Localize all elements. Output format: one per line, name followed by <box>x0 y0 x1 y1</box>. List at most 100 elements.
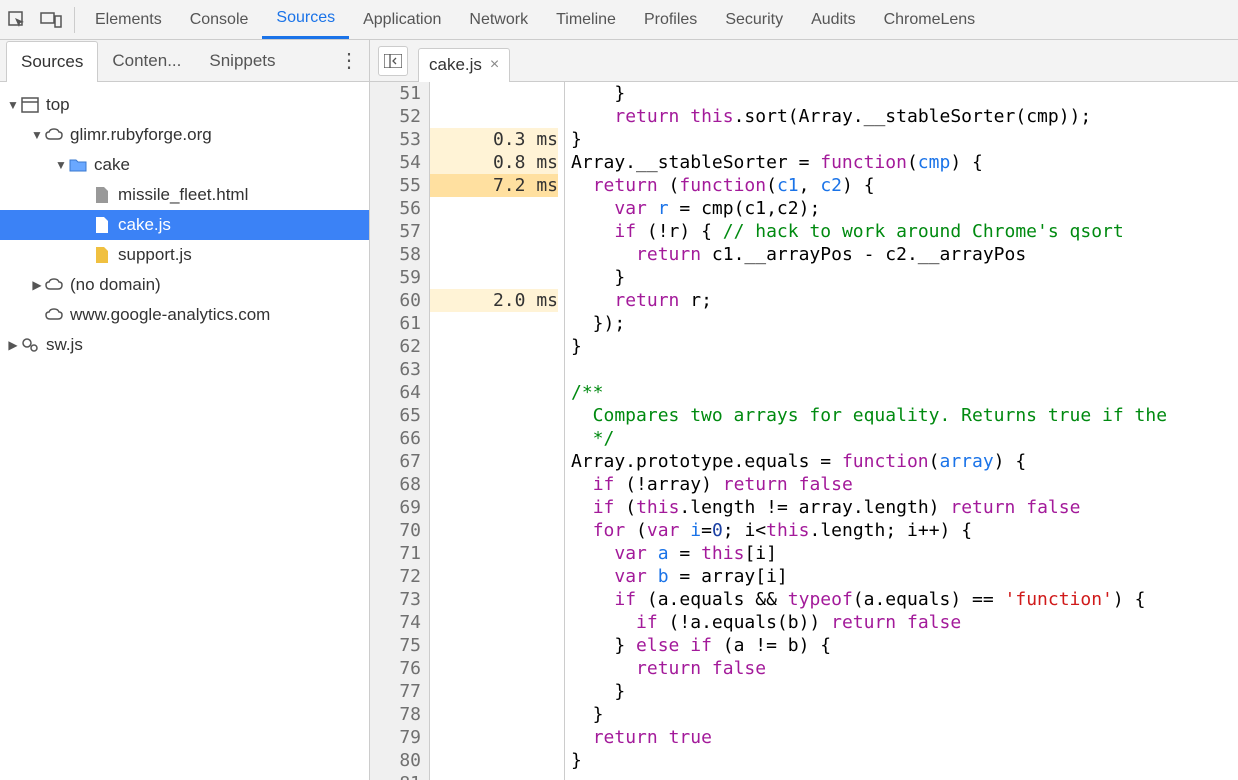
code-line[interactable]: return this.sort(Array.__stableSorter(cm… <box>571 105 1238 128</box>
line-number[interactable]: 60 <box>370 289 421 312</box>
code-line[interactable]: var a = this[i] <box>571 542 1238 565</box>
code-line[interactable]: if (!r) { // hack to work around Chrome'… <box>571 220 1238 243</box>
line-number[interactable]: 75 <box>370 634 421 657</box>
tree-item-cake[interactable]: ▼cake <box>0 150 369 180</box>
tab-chromelens[interactable]: ChromeLens <box>870 0 990 39</box>
close-icon[interactable]: × <box>490 56 499 74</box>
line-number[interactable]: 76 <box>370 657 421 680</box>
line-number[interactable]: 78 <box>370 703 421 726</box>
tree-item-sw-js[interactable]: ▶sw.js <box>0 330 369 360</box>
disclosure-arrow-icon[interactable]: ▼ <box>54 158 68 172</box>
code-line[interactable]: } else if (a != b) { <box>571 634 1238 657</box>
line-timing <box>430 611 558 634</box>
sidebar-overflow-icon[interactable]: ⋮ <box>339 48 359 73</box>
line-number[interactable]: 62 <box>370 335 421 358</box>
inspect-icon[interactable] <box>0 0 34 40</box>
tree-item-glimr-rubyforge-org[interactable]: ▼glimr.rubyforge.org <box>0 120 369 150</box>
code-line[interactable]: */ <box>571 427 1238 450</box>
code-line[interactable]: return (function(c1, c2) { <box>571 174 1238 197</box>
disclosure-arrow-icon[interactable]: ▼ <box>6 98 20 112</box>
code-line[interactable]: if (!array) return false <box>571 473 1238 496</box>
code-line[interactable]: Array.prototype.equals = function(array)… <box>571 450 1238 473</box>
code-line[interactable]: if (!a.equals(b)) return false <box>571 611 1238 634</box>
tree-item-support-js[interactable]: support.js <box>0 240 369 270</box>
tree-item-missile-fleet-html[interactable]: missile_fleet.html <box>0 180 369 210</box>
code-line[interactable]: /** <box>571 381 1238 404</box>
line-number[interactable]: 56 <box>370 197 421 220</box>
code-line[interactable]: if (a.equals && typeof(a.equals) == 'fun… <box>571 588 1238 611</box>
line-number[interactable]: 63 <box>370 358 421 381</box>
code-line[interactable]: } <box>571 680 1238 703</box>
code-line[interactable] <box>571 358 1238 381</box>
navigator-toggle-icon[interactable] <box>378 46 408 76</box>
code-line[interactable]: return false <box>571 657 1238 680</box>
tab-sources[interactable]: Sources <box>262 0 349 39</box>
tree-item--no-domain-[interactable]: ▶(no domain) <box>0 270 369 300</box>
line-number[interactable]: 71 <box>370 542 421 565</box>
line-number[interactable]: 73 <box>370 588 421 611</box>
code-line[interactable]: } <box>571 82 1238 105</box>
code-line[interactable]: } <box>571 703 1238 726</box>
line-number[interactable]: 68 <box>370 473 421 496</box>
tab-audits[interactable]: Audits <box>797 0 869 39</box>
line-number[interactable]: 51 <box>370 82 421 105</box>
disclosure-arrow-icon[interactable]: ▶ <box>30 278 44 292</box>
line-number[interactable]: 57 <box>370 220 421 243</box>
line-number[interactable]: 67 <box>370 450 421 473</box>
line-number[interactable]: 72 <box>370 565 421 588</box>
code-line[interactable]: Compares two arrays for equality. Return… <box>571 404 1238 427</box>
line-number[interactable]: 81 <box>370 772 421 780</box>
line-number[interactable]: 52 <box>370 105 421 128</box>
line-number[interactable]: 55 <box>370 174 421 197</box>
tab-network[interactable]: Network <box>455 0 542 39</box>
sidebar-tab-snippets[interactable]: Snippets <box>195 40 289 81</box>
line-number[interactable]: 74 <box>370 611 421 634</box>
tab-timeline[interactable]: Timeline <box>542 0 630 39</box>
tab-profiles[interactable]: Profiles <box>630 0 711 39</box>
line-number[interactable]: 77 <box>370 680 421 703</box>
line-timing <box>430 542 558 565</box>
tab-application[interactable]: Application <box>349 0 455 39</box>
code-line[interactable]: var b = array[i] <box>571 565 1238 588</box>
line-number[interactable]: 64 <box>370 381 421 404</box>
sidebar-tab-sources[interactable]: Sources <box>6 41 98 82</box>
code-line[interactable]: } <box>571 128 1238 151</box>
line-number[interactable]: 79 <box>370 726 421 749</box>
code-editor[interactable]: 5152535455565758596061626364656667686970… <box>370 82 1238 780</box>
line-number[interactable]: 65 <box>370 404 421 427</box>
disclosure-arrow-icon[interactable]: ▼ <box>30 128 44 142</box>
tab-console[interactable]: Console <box>176 0 263 39</box>
line-number[interactable]: 66 <box>370 427 421 450</box>
code-line[interactable]: var r = cmp(c1,c2); <box>571 197 1238 220</box>
line-number[interactable]: 80 <box>370 749 421 772</box>
cloud-icon <box>44 275 64 295</box>
tab-security[interactable]: Security <box>711 0 797 39</box>
line-number[interactable]: 69 <box>370 496 421 519</box>
code-line[interactable] <box>571 772 1238 780</box>
code-line[interactable]: return true <box>571 726 1238 749</box>
line-number[interactable]: 53 <box>370 128 421 151</box>
file-tab-cake-js[interactable]: cake.js × <box>418 48 510 82</box>
sidebar-tab-conten[interactable]: Conten... <box>98 40 195 81</box>
tab-elements[interactable]: Elements <box>81 0 176 39</box>
code-line[interactable]: for (var i=0; i<this.length; i++) { <box>571 519 1238 542</box>
code-line[interactable]: if (this.length != array.length) return … <box>571 496 1238 519</box>
code-content[interactable]: } return this.sort(Array.__stableSorter(… <box>565 82 1238 780</box>
line-number[interactable]: 70 <box>370 519 421 542</box>
device-mode-icon[interactable] <box>34 0 68 40</box>
code-line[interactable]: return r; <box>571 289 1238 312</box>
tree-item-www-google-analytics-com[interactable]: www.google-analytics.com <box>0 300 369 330</box>
code-line[interactable]: return c1.__arrayPos - c2.__arrayPos <box>571 243 1238 266</box>
line-number[interactable]: 61 <box>370 312 421 335</box>
code-line[interactable]: } <box>571 335 1238 358</box>
code-line[interactable]: }); <box>571 312 1238 335</box>
code-line[interactable]: Array.__stableSorter = function(cmp) { <box>571 151 1238 174</box>
tree-item-cake-js[interactable]: cake.js <box>0 210 369 240</box>
line-number[interactable]: 59 <box>370 266 421 289</box>
disclosure-arrow-icon[interactable]: ▶ <box>6 338 20 352</box>
line-number[interactable]: 54 <box>370 151 421 174</box>
code-line[interactable]: } <box>571 749 1238 772</box>
tree-item-top[interactable]: ▼top <box>0 90 369 120</box>
line-number[interactable]: 58 <box>370 243 421 266</box>
code-line[interactable]: } <box>571 266 1238 289</box>
